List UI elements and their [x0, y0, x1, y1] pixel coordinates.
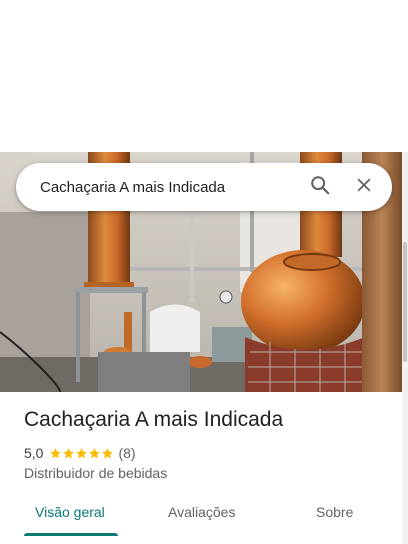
rating-stars	[49, 447, 114, 460]
search-button[interactable]	[300, 167, 340, 207]
tab-reviews[interactable]: Avaliações	[168, 504, 235, 520]
place-tabs: Visão geral Avaliações Sobre	[0, 496, 402, 544]
rating-row[interactable]: 5,0 (8)	[24, 444, 136, 462]
search-bar[interactable]: Cachaçaria A mais Indicada	[16, 163, 392, 211]
search-icon	[309, 174, 331, 201]
star-icon	[63, 447, 75, 458]
rating-value: 5,0	[24, 445, 44, 461]
place-title: Cachaçaria A mais Indicada	[24, 408, 284, 431]
star-icon	[89, 447, 101, 458]
review-count[interactable]: (8)	[118, 445, 135, 461]
star-icon	[102, 447, 114, 458]
tab-about[interactable]: Sobre	[316, 504, 353, 520]
clear-search-button[interactable]	[344, 167, 384, 207]
close-icon	[355, 176, 373, 199]
star-icon	[76, 447, 88, 458]
scrollbar-thumb[interactable]	[403, 242, 407, 362]
scrollbar[interactable]	[402, 152, 408, 544]
tab-overview[interactable]: Visão geral	[35, 504, 105, 520]
star-icon	[50, 447, 62, 458]
active-tab-indicator	[24, 533, 118, 536]
search-input[interactable]: Cachaçaria A mais Indicada	[16, 179, 300, 196]
place-category[interactable]: Distribuidor de bebidas	[24, 465, 167, 481]
